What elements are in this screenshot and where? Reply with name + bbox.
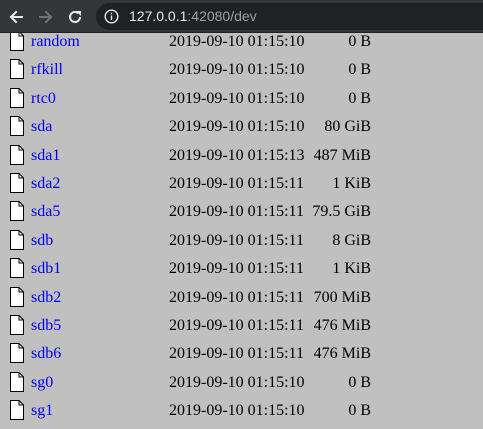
- file-row: rtc0 2019-09-10 01:15:10 0 B: [0, 84, 483, 112]
- file-modified-date: 2019-09-10 01:15:11: [169, 203, 304, 221]
- file-size: 8 GiB: [332, 231, 371, 249]
- file-name-link[interactable]: sg0: [31, 374, 53, 392]
- file-listing: random 2019-09-10 01:15:10 0 B rfkill 2019-0…: [0, 33, 483, 429]
- file-icon: [10, 33, 24, 51]
- file-modified-date: 2019-09-10 01:15:11: [169, 288, 304, 306]
- file-name-link[interactable]: rfkill: [31, 61, 63, 79]
- browser-toolbar: 127.0.0.1:42080/dev: [0, 0, 483, 33]
- file-modified-date: 2019-09-10 01:15:11: [169, 231, 304, 249]
- file-size: 476 MiB: [313, 317, 371, 334]
- file-icon: [10, 229, 24, 250]
- file-row: random 2019-09-10 01:15:10 0 B: [0, 33, 483, 55]
- file-row: sdb5 2019-09-10 01:15:11 476 MiB: [0, 311, 483, 339]
- file-name-link[interactable]: random: [31, 33, 80, 51]
- file-row: sg0 2019-09-10 01:15:10 0 B: [0, 368, 483, 396]
- file-modified-date: 2019-09-10 01:15:10: [169, 33, 305, 50]
- file-name-link[interactable]: sdb6: [31, 345, 61, 363]
- url-text[interactable]: 127.0.0.1:42080/dev: [129, 8, 257, 25]
- file-name-link[interactable]: sdb5: [31, 317, 61, 335]
- file-row: sdb1 2019-09-10 01:15:11 1 KiB: [0, 254, 483, 282]
- file-row: sg1 2019-09-10 01:15:10 0 B: [0, 396, 483, 424]
- file-size: 79.5 GiB: [312, 203, 371, 221]
- file-row: sda1 2019-09-10 01:15:13 487 MiB: [0, 141, 483, 169]
- file-icon: [10, 59, 24, 80]
- file-row: sda 2019-09-10 01:15:10 80 GiB: [0, 112, 483, 140]
- file-icon: [10, 400, 24, 421]
- file-modified-date: 2019-09-10 01:15:10: [169, 61, 305, 79]
- reload-button[interactable]: [64, 6, 86, 28]
- file-icon: [10, 286, 24, 307]
- file-modified-date: 2019-09-10 01:15:10: [169, 118, 305, 136]
- file-icon: [10, 116, 24, 137]
- file-row: sdb6 2019-09-10 01:15:11 476 MiB: [0, 339, 483, 367]
- file-modified-date: 2019-09-10 01:15:11: [169, 175, 304, 192]
- file-modified-date: 2019-09-10 01:15:11: [169, 345, 304, 363]
- file-size: 1 KiB: [332, 175, 371, 192]
- file-modified-date: 2019-09-10 01:15:10: [169, 402, 305, 420]
- file-size: 476 MiB: [313, 345, 371, 363]
- file-modified-date: 2019-09-10 01:15:11: [169, 260, 304, 278]
- file-icon: [10, 343, 24, 364]
- file-size: 0 B: [348, 33, 371, 50]
- file-row: sdb2 2019-09-10 01:15:11 700 MiB: [0, 283, 483, 311]
- address-bar[interactable]: 127.0.0.1:42080/dev: [96, 3, 483, 30]
- file-icon: [10, 201, 24, 222]
- info-icon[interactable]: [104, 9, 119, 24]
- reload-icon: [69, 10, 81, 23]
- file-name-link[interactable]: sdb: [31, 232, 53, 250]
- file-icon: [10, 87, 24, 108]
- file-name-link[interactable]: sda: [31, 118, 52, 136]
- file-row: sda5 2019-09-10 01:15:11 79.5 GiB: [0, 197, 483, 225]
- file-name-link[interactable]: sda1: [31, 147, 60, 165]
- url-host: 127.0.0.1: [129, 8, 188, 24]
- file-name-link[interactable]: sda2: [31, 175, 60, 193]
- file-row: rfkill 2019-09-10 01:15:10 0 B: [0, 55, 483, 83]
- file-size: 487 MiB: [313, 146, 371, 164]
- file-icon: [10, 144, 24, 165]
- file-modified-date: 2019-09-10 01:15:11: [169, 317, 304, 334]
- file-icon: [10, 315, 24, 335]
- file-size: 0 B: [348, 373, 371, 391]
- file-modified-date: 2019-09-10 01:15:10: [169, 89, 305, 107]
- file-icon: [10, 371, 24, 392]
- back-button[interactable]: [5, 6, 27, 28]
- file-icon: [10, 258, 24, 279]
- file-name-link[interactable]: sdb1: [31, 260, 61, 278]
- file-name-link[interactable]: sg1: [31, 402, 53, 420]
- file-size: 0 B: [348, 89, 371, 107]
- file-size: 700 MiB: [313, 288, 371, 306]
- file-size: 80 GiB: [324, 118, 371, 136]
- file-size: 0 B: [348, 402, 371, 420]
- arrow-right-icon: [39, 10, 53, 24]
- file-name-link[interactable]: rtc0: [31, 90, 56, 108]
- file-modified-date: 2019-09-10 01:15:13: [169, 146, 305, 164]
- file-size: 0 B: [348, 61, 371, 79]
- file-name-link[interactable]: sda5: [31, 203, 60, 221]
- forward-button[interactable]: [35, 6, 57, 28]
- arrow-left-icon: [9, 10, 23, 24]
- url-path: :42080/dev: [187, 8, 257, 24]
- file-modified-date: 2019-09-10 01:15:10: [169, 373, 305, 391]
- file-size: 1 KiB: [332, 260, 371, 278]
- file-row: sdb 2019-09-10 01:15:11 8 GiB: [0, 226, 483, 254]
- file-name-link[interactable]: sdb2: [31, 289, 61, 307]
- file-row: sda2 2019-09-10 01:15:11 1 KiB: [0, 169, 483, 197]
- file-icon: [10, 173, 24, 193]
